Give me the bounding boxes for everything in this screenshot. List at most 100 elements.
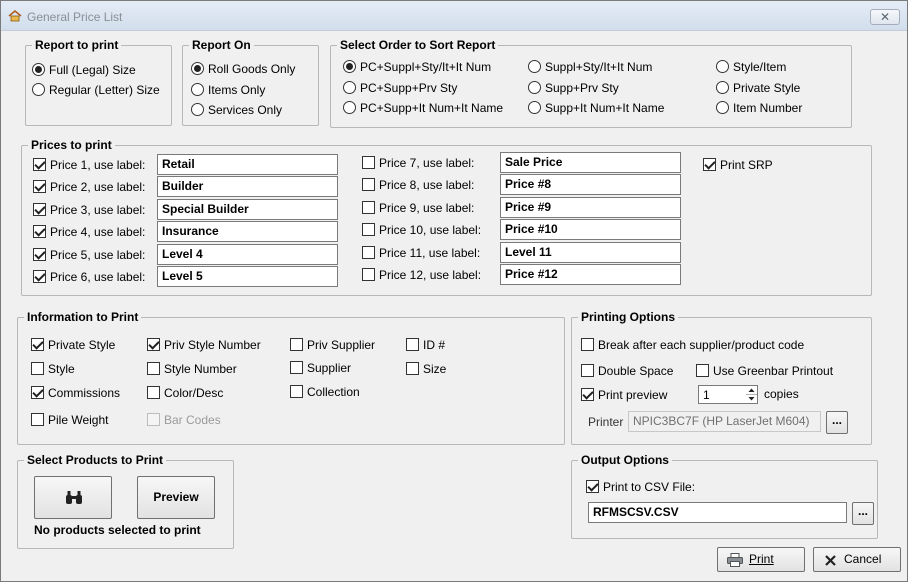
- price-2-label-input[interactable]: Builder: [157, 176, 338, 197]
- break-each-supplier-checkbox[interactable]: Break after each supplier/product code: [581, 338, 804, 352]
- info-priv-style-number-checkbox[interactable]: Priv Style Number: [147, 338, 261, 352]
- info-commissions-checkbox[interactable]: Commissions: [31, 386, 120, 400]
- radio-sort-private-style[interactable]: Private Style: [716, 81, 800, 95]
- radio-sort-supp-it-num[interactable]: Supp+It Num+It Name: [528, 101, 664, 115]
- info-collection-checkbox[interactable]: Collection: [290, 385, 360, 399]
- printer-field[interactable]: NPIC3BC7F (HP LaserJet M604): [628, 411, 821, 432]
- price-label: Price 8, use label:: [379, 178, 475, 192]
- preview-button[interactable]: Preview: [137, 476, 215, 519]
- price-12-label-input[interactable]: Price #12: [500, 264, 681, 285]
- info-private-style-checkbox[interactable]: Private Style: [31, 338, 115, 352]
- radio-indicator: [716, 81, 729, 94]
- cancel-button[interactable]: Cancel: [813, 547, 901, 572]
- checkbox-label: Use Greenbar Printout: [713, 364, 834, 378]
- price-7-label-input[interactable]: Sale Price: [500, 152, 681, 173]
- price-11-label-input[interactable]: Level 11: [500, 242, 681, 263]
- radio-sort-suppl-sty[interactable]: Suppl+Sty/It+It Num: [528, 60, 652, 74]
- greenbar-checkbox[interactable]: Use Greenbar Printout: [696, 364, 833, 378]
- info-supplier-checkbox[interactable]: Supplier: [290, 361, 351, 375]
- copies-stepper[interactable]: 1: [698, 385, 758, 404]
- checkbox-indicator: [703, 158, 716, 171]
- print-srp-checkbox[interactable]: Print SRP: [703, 158, 773, 172]
- checkbox-label: Supplier: [307, 361, 352, 375]
- report-to-print-group: Report to print: [25, 38, 172, 126]
- price-label: Price 12, use label:: [379, 268, 482, 282]
- close-button[interactable]: ✕: [870, 9, 900, 25]
- price-10-checkbox[interactable]: Price 10, use label:: [362, 223, 481, 237]
- radio-sort-supp-prv-sty[interactable]: Supp+Prv Sty: [528, 81, 619, 95]
- print-button-label: Print: [749, 552, 774, 566]
- radio-sort-pc-supp-it-num[interactable]: PC+Supp+It Num+It Name: [343, 101, 503, 115]
- radio-regular-letter-size[interactable]: Regular (Letter) Size: [32, 83, 160, 97]
- price-label: Price 7, use label:: [379, 156, 475, 170]
- group-legend: Prices to print: [31, 138, 112, 152]
- price-5-label-input[interactable]: Level 4: [157, 244, 338, 265]
- info-style-number-checkbox[interactable]: Style Number: [147, 362, 237, 376]
- price-10-label-input[interactable]: Price #10: [500, 219, 681, 240]
- csv-file-input[interactable]: RFMSCSV.CSV: [588, 502, 847, 523]
- checkbox-indicator: [290, 361, 303, 374]
- radio-items-only[interactable]: Items Only: [191, 83, 265, 97]
- price-3-label-input[interactable]: Special Builder: [157, 199, 338, 220]
- price-6-label-input[interactable]: Level 5: [157, 266, 338, 287]
- print-button[interactable]: Print: [717, 547, 805, 572]
- stepper-arrows-icon[interactable]: [746, 386, 757, 403]
- radio-full-legal-size[interactable]: Full (Legal) Size: [32, 63, 136, 77]
- radio-indicator: [191, 83, 204, 96]
- checkbox-label: Priv Style Number: [164, 338, 261, 352]
- price-label: Price 1, use label:: [50, 158, 146, 172]
- info-style-checkbox[interactable]: Style: [31, 362, 75, 376]
- price-7-checkbox[interactable]: Price 7, use label:: [362, 156, 474, 170]
- radio-sort-pc-supp-prv-sty[interactable]: PC+Supp+Prv Sty: [343, 81, 457, 95]
- price-label: Price 6, use label:: [50, 270, 146, 284]
- price-2-checkbox[interactable]: Price 2, use label:: [33, 180, 145, 194]
- info-color-desc-checkbox[interactable]: Color/Desc: [147, 386, 223, 400]
- price-5-checkbox[interactable]: Price 5, use label:: [33, 248, 145, 262]
- radio-indicator: [191, 62, 204, 75]
- price-8-checkbox[interactable]: Price 8, use label:: [362, 178, 474, 192]
- info-id-checkbox[interactable]: ID #: [406, 338, 445, 352]
- group-legend: Output Options: [581, 453, 669, 467]
- printer-icon: [727, 553, 743, 567]
- radio-label: PC+Supp+It Num+It Name: [360, 101, 504, 115]
- price-3-checkbox[interactable]: Price 3, use label:: [33, 203, 145, 217]
- printer-browse-button[interactable]: ...: [826, 411, 848, 434]
- group-legend: Printing Options: [581, 310, 675, 324]
- checkbox-label: Print to CSV File:: [603, 480, 696, 494]
- find-products-button[interactable]: [34, 476, 112, 519]
- printer-label: Printer: [588, 415, 624, 429]
- price-4-label-input[interactable]: Insurance: [157, 221, 338, 242]
- csv-browse-button[interactable]: ...: [852, 502, 874, 525]
- info-priv-supplier-checkbox[interactable]: Priv Supplier: [290, 338, 375, 352]
- price-6-checkbox[interactable]: Price 6, use label:: [33, 270, 145, 284]
- radio-sort-pc-suppl-sty[interactable]: PC+Suppl+Sty/It+It Num: [343, 60, 491, 74]
- price-11-checkbox[interactable]: Price 11, use label:: [362, 246, 480, 260]
- radio-indicator: [716, 101, 729, 114]
- print-to-csv-checkbox[interactable]: Print to CSV File:: [586, 480, 695, 494]
- radio-label: Private Style: [733, 81, 801, 95]
- radio-sort-style-item[interactable]: Style/Item: [716, 60, 786, 74]
- checkbox-label: Print SRP: [720, 158, 773, 172]
- price-1-label-input[interactable]: Retail: [157, 154, 338, 175]
- price-8-label-input[interactable]: Price #8: [500, 174, 681, 195]
- price-4-checkbox[interactable]: Price 4, use label:: [33, 225, 145, 239]
- price-12-checkbox[interactable]: Price 12, use label:: [362, 268, 481, 282]
- price-9-label-input[interactable]: Price #9: [500, 197, 681, 218]
- checkbox-indicator: [362, 201, 375, 214]
- info-pile-weight-checkbox[interactable]: Pile Weight: [31, 413, 108, 427]
- group-legend: Information to Print: [27, 310, 139, 324]
- radio-roll-goods-only[interactable]: Roll Goods Only: [191, 62, 295, 76]
- radio-sort-item-number[interactable]: Item Number: [716, 101, 802, 115]
- info-size-checkbox[interactable]: Size: [406, 362, 446, 376]
- checkbox-label: Print preview: [598, 388, 668, 402]
- double-space-checkbox[interactable]: Double Space: [581, 364, 673, 378]
- print-preview-checkbox[interactable]: Print preview: [581, 388, 667, 402]
- checkbox-indicator: [31, 413, 44, 426]
- price-1-checkbox[interactable]: Price 1, use label:: [33, 158, 145, 172]
- cancel-button-label: Cancel: [844, 552, 882, 566]
- checkbox-indicator: [31, 338, 44, 351]
- price-9-checkbox[interactable]: Price 9, use label:: [362, 201, 474, 215]
- radio-services-only[interactable]: Services Only: [191, 103, 282, 117]
- price-label: Price 4, use label:: [50, 225, 146, 239]
- group-legend: Report On: [192, 38, 251, 52]
